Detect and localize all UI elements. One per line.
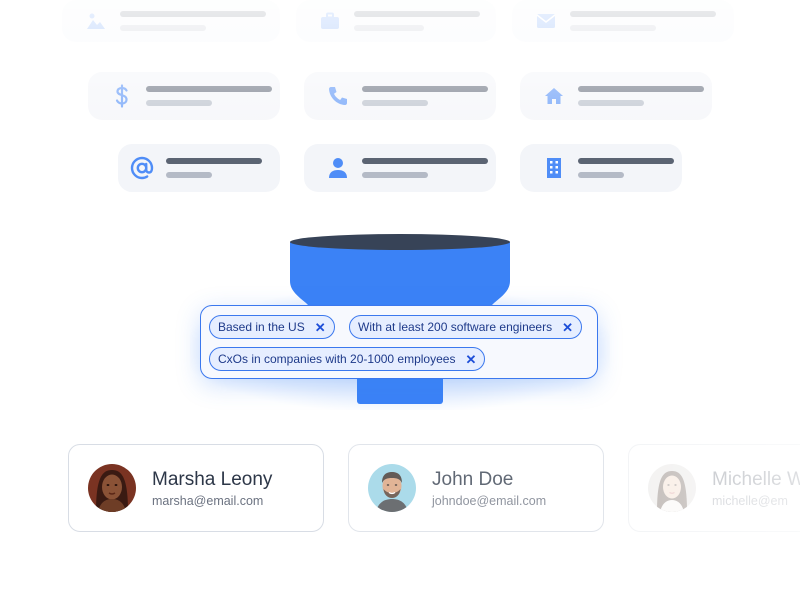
envelope-icon [534,9,558,33]
person-card[interactable]: Michelle W michelle@em [628,444,800,532]
person-name: John Doe [432,469,514,490]
data-card-home [520,72,712,120]
filter-chip-engineers[interactable]: With at least 200 software engineers ✕ [349,315,583,339]
home-icon [542,84,566,108]
filter-chip-cxo[interactable]: CxOs in companies with 20-1000 employees… [209,347,486,371]
avatar [88,464,136,512]
filter-chip-label: Based in the US [218,320,305,334]
person-name: Michelle W [712,469,800,490]
person-name: Marsha Leony [152,469,273,490]
close-icon[interactable]: ✕ [562,321,573,334]
filter-chip-label: With at least 200 software engineers [358,320,553,334]
person-email: marsha@email.com [152,494,264,508]
phone-icon [326,84,350,108]
data-card-envelope [512,0,734,42]
data-card-at-sign [118,144,280,192]
briefcase-icon [318,9,342,33]
image-icon [84,9,108,33]
filter-chip-label: CxOs in companies with 20-1000 employees [218,352,456,366]
at-sign-icon [130,156,154,180]
building-icon [542,156,566,180]
avatar [648,464,696,512]
user-icon [326,156,350,180]
dollar-icon [110,84,134,108]
filter-box: Based in the US ✕ With at least 200 soft… [200,305,598,379]
data-card-building [520,144,682,192]
data-card-briefcase [296,0,496,42]
person-card[interactable]: John Doe johndoe@email.com [348,444,604,532]
person-email: johndoe@email.com [432,494,547,508]
data-card-image [62,0,280,42]
close-icon[interactable]: ✕ [465,353,476,366]
close-icon[interactable]: ✕ [315,321,326,334]
filter-chip-location[interactable]: Based in the US ✕ [209,315,335,339]
person-card[interactable]: Marsha Leony marsha@email.com [68,444,324,532]
data-card-user [304,144,496,192]
data-card-phone [304,72,496,120]
person-email: michelle@em [712,494,788,508]
data-card-dollar [88,72,280,120]
avatar [368,464,416,512]
